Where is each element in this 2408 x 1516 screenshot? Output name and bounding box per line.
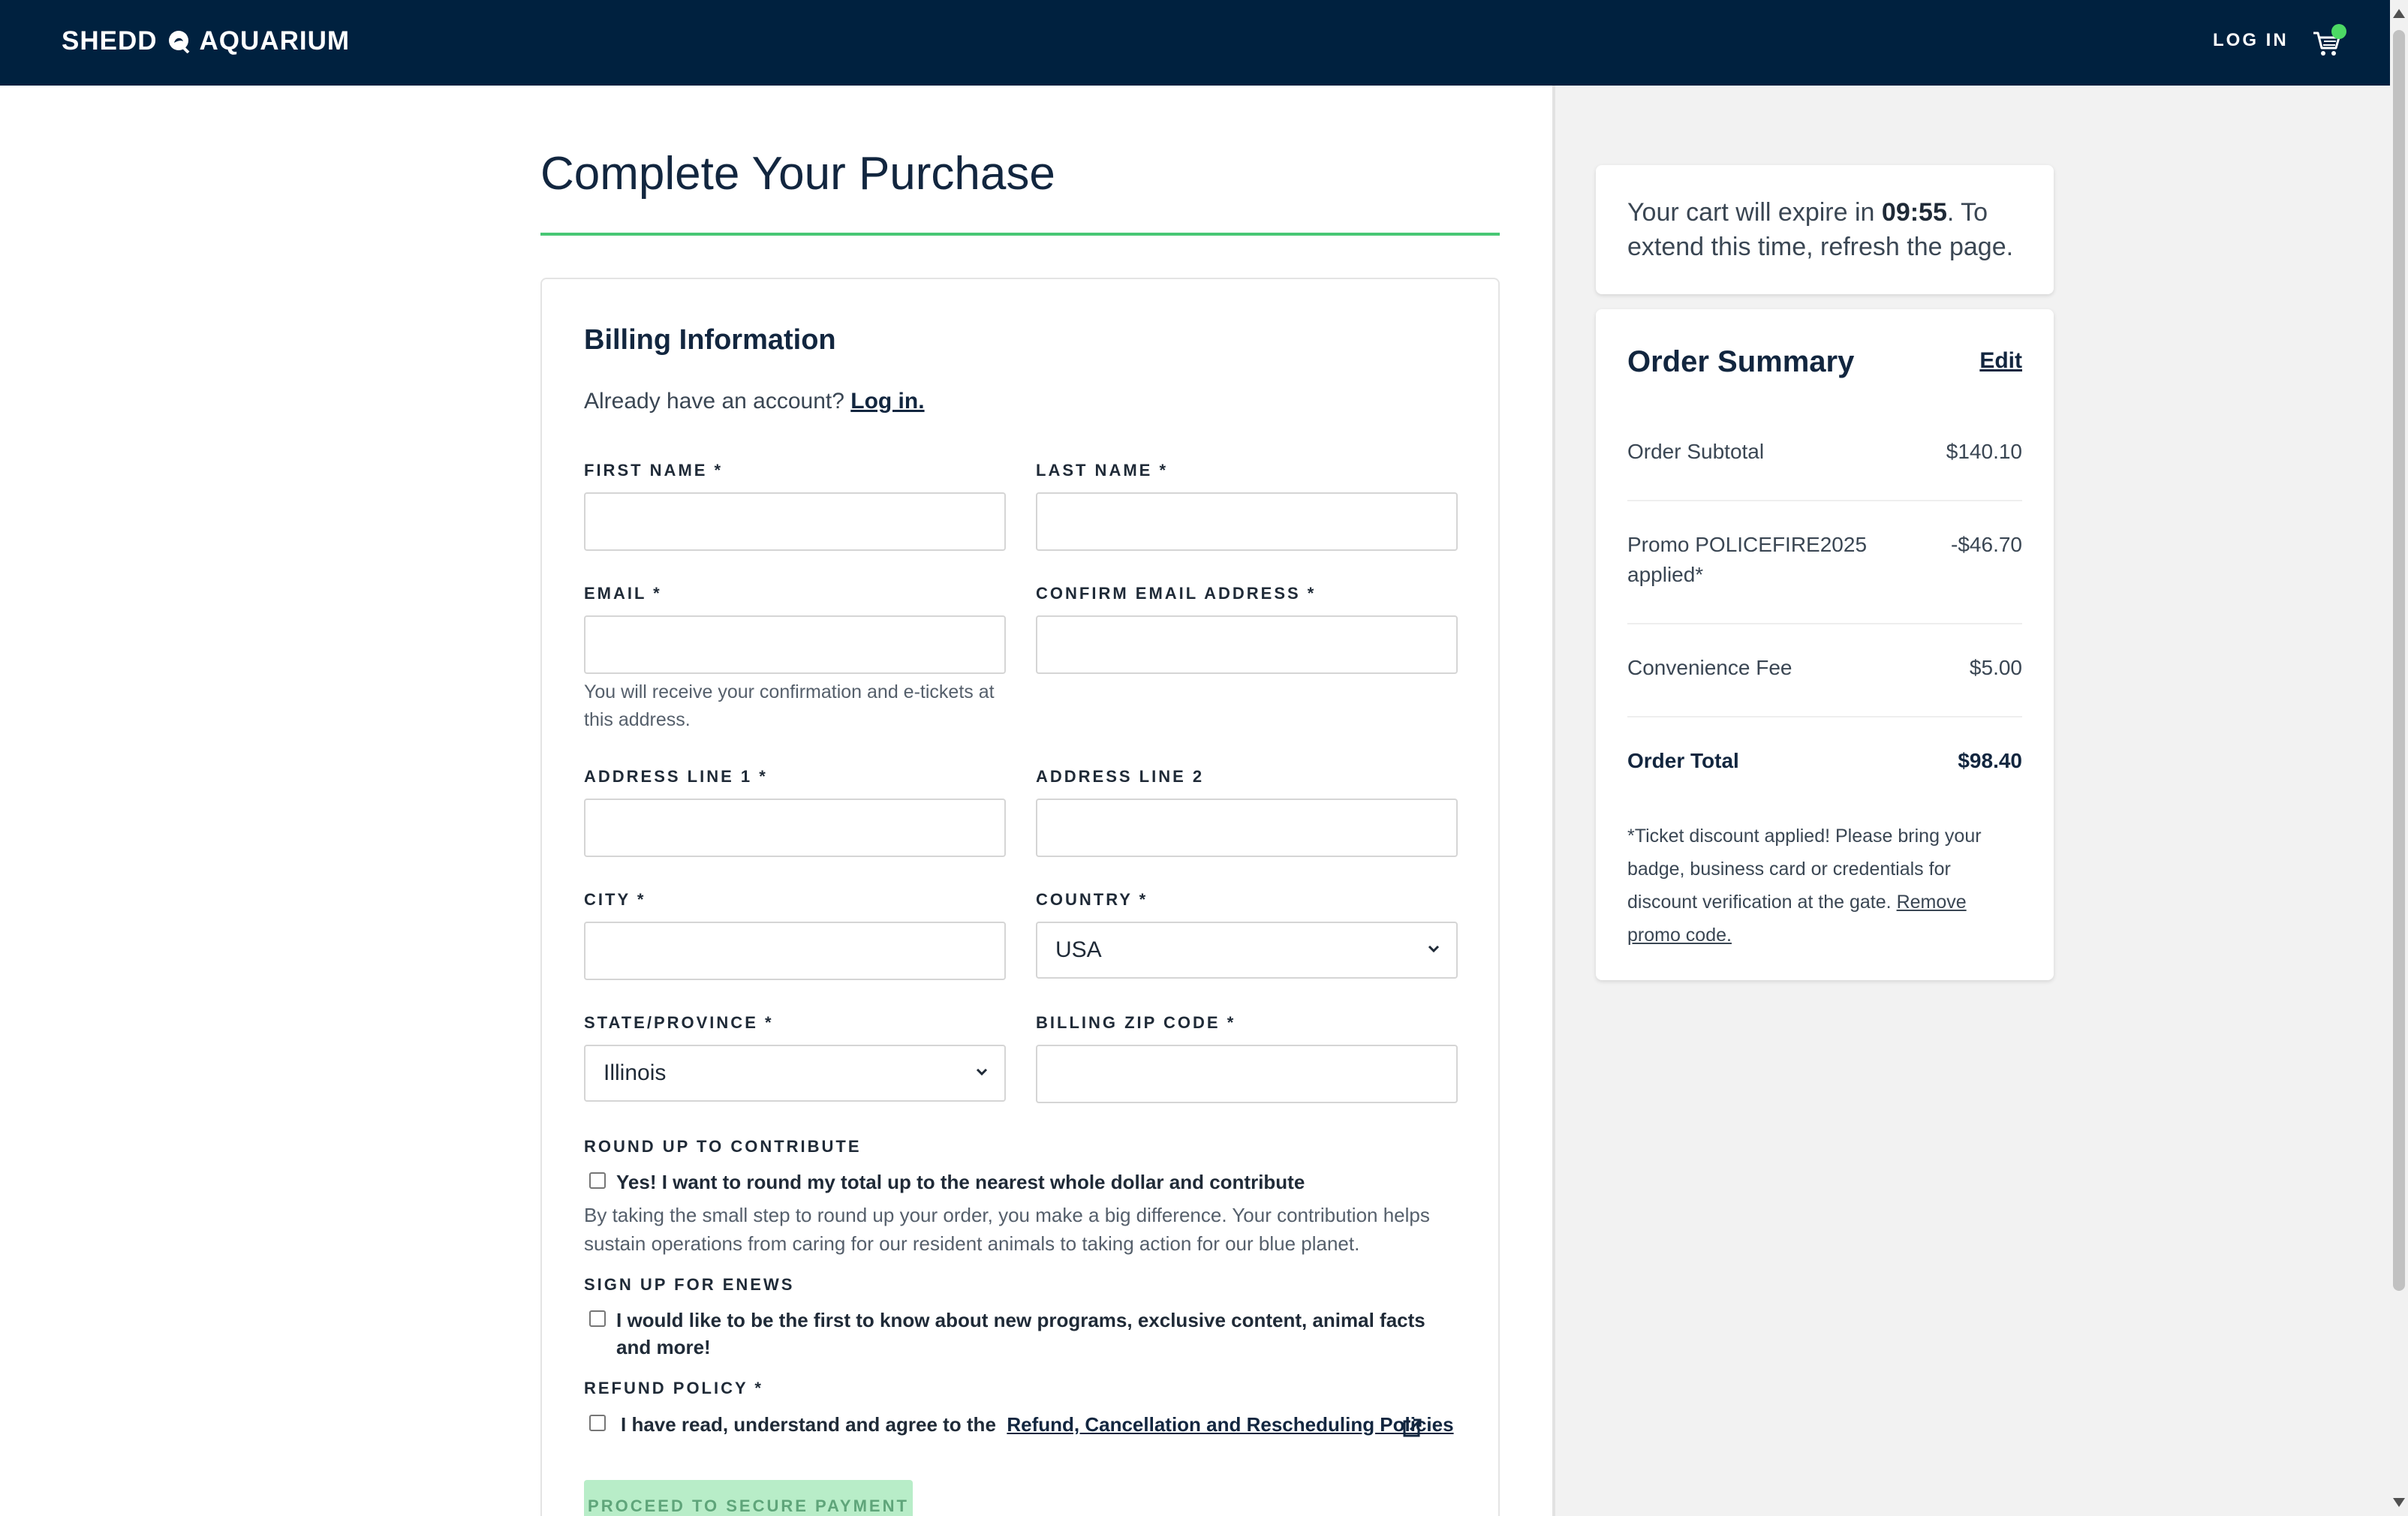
address2-label: ADDRESS LINE 2 [1036,767,1205,786]
title-divider [540,233,1500,236]
refund-label: I have read, understand and agree to the… [621,1411,1454,1438]
email-hint: You will receive your confirmation and e… [584,681,995,730]
zip-input[interactable] [1036,1045,1458,1103]
cart-status-dot [2331,24,2346,39]
summary-divider [1627,623,2022,624]
timer-value: 09:55 [1881,198,1947,227]
external-link-icon[interactable] [1401,1417,1423,1439]
state-select[interactable]: Illinois [584,1045,1006,1102]
refund-checkbox[interactable] [589,1415,606,1431]
city-input[interactable] [584,922,1006,980]
refund-policy-link[interactable]: Refund, Cancellation and Rescheduling Po… [1007,1413,1453,1436]
summary-label: Convenience Fee [1627,656,1792,679]
scroll-up-icon[interactable] [2393,9,2405,18]
roundup-description: By taking the small step to round up you… [584,1204,1430,1255]
summary-value: $5.00 [1969,656,2022,679]
summary-divider [1627,500,2022,501]
summary-value: -$46.70 [1951,533,2022,556]
logo-text-right: AQUARIUM [199,26,351,56]
chevron-down-icon [1428,945,1440,953]
city-label: CITY * [584,890,646,909]
confirm-email-input[interactable] [1036,615,1458,674]
summary-divider [1627,716,2022,717]
roundup-checkbox[interactable] [589,1172,606,1189]
address1-label: ADDRESS LINE 1 * [584,767,768,786]
enews-checkbox[interactable] [589,1310,606,1327]
roundup-label[interactable]: Yes! I want to round my total up to the … [616,1169,1305,1196]
summary-value: $98.40 [1958,749,2022,772]
logo-mark-icon [168,31,189,53]
scrollbar-thumb[interactable] [2393,30,2405,1291]
enews-heading: SIGN UP FOR ENEWS [584,1275,795,1294]
page-title: Complete Your Purchase [540,148,1055,200]
cart-timer-card: Your cart will expire in 09:55. To exten… [1596,165,2054,294]
summary-label: Promo POLICEFIRE2025 applied* [1627,533,1868,586]
address2-input[interactable] [1036,799,1458,857]
enews-label[interactable]: I would like to be the first to know abo… [616,1307,1449,1361]
refund-label-text: I have read, understand and agree to the [621,1413,996,1436]
shedd-logo[interactable]: SHEDD AQUARIUM [62,23,350,60]
roundup-heading: ROUND UP TO CONTRIBUTE [584,1137,862,1156]
summary-value: $140.10 [1946,440,2022,463]
chevron-down-icon [976,1068,988,1076]
discount-disclaimer: *Ticket discount applied! Please bring y… [1627,820,2022,952]
state-value: Illinois [604,1060,667,1085]
address1-input[interactable] [584,799,1006,857]
last-name-label: LAST NAME * [1036,461,1168,480]
country-label: COUNTRY * [1036,890,1148,909]
logo-text-left: SHEDD [62,26,158,56]
proceed-payment-button[interactable]: PROCEED TO SECURE PAYMENT [584,1480,913,1516]
scroll-down-icon[interactable] [2393,1498,2405,1507]
state-label: STATE/PROVINCE * [584,1013,774,1032]
order-summary-card: Order Summary Edit Order Subtotal $140.1… [1596,309,2054,980]
country-value: USA [1055,937,1102,962]
refund-heading: REFUND POLICY * [584,1379,763,1397]
email-label: EMAIL * [584,584,662,603]
summary-label: Order Subtotal [1627,440,1765,463]
summary-label: Order Total [1627,749,1739,772]
first-name-label: FIRST NAME * [584,461,724,480]
account-prompt-text: Already have an account? [584,389,844,414]
account-prompt: Already have an account? Log in. [584,389,925,414]
zip-label: BILLING ZIP CODE * [1036,1013,1236,1032]
billing-heading: Billing Information [584,324,836,356]
confirm-email-label: CONFIRM EMAIL ADDRESS * [1036,584,1317,603]
site-header [0,0,2390,86]
email-input[interactable] [584,615,1006,674]
login-link[interactable]: LOG IN [2213,30,2289,51]
last-name-input[interactable] [1036,492,1458,551]
first-name-input[interactable] [584,492,1006,551]
login-inline-link[interactable]: Log in. [850,389,924,414]
timer-prefix: Your cart will expire in [1627,198,1875,227]
order-summary-heading: Order Summary [1627,345,1855,378]
edit-order-link[interactable]: Edit [1979,348,2022,374]
country-select[interactable]: USA [1036,922,1458,979]
